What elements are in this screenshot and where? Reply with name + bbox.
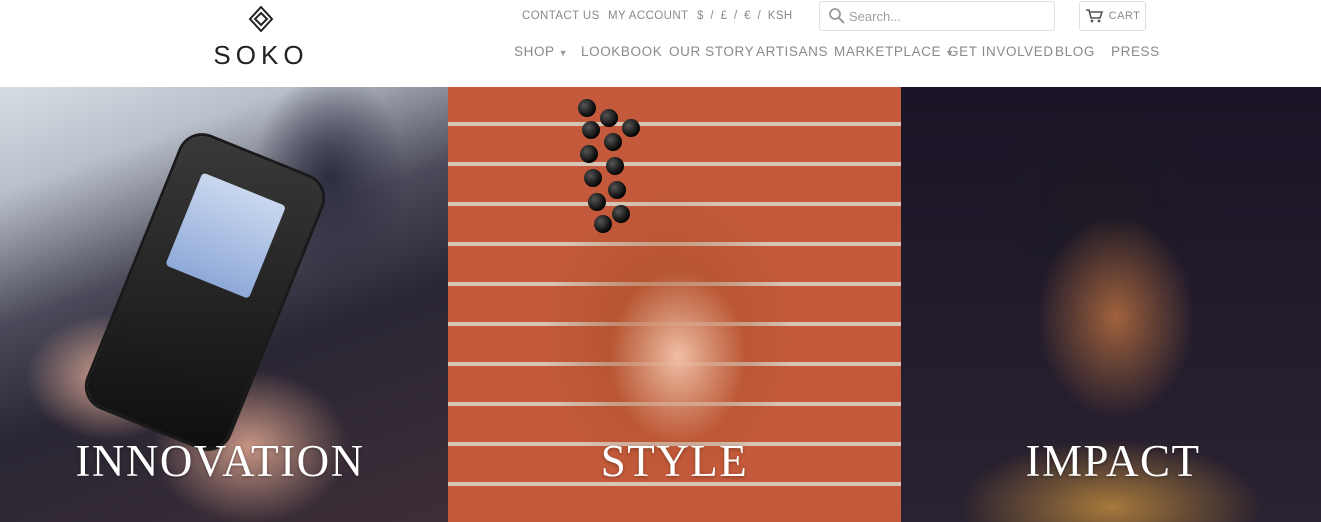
- impact-panel[interactable]: IMPACT: [901, 87, 1321, 522]
- nav-shop[interactable]: SHOP ▼: [514, 44, 568, 59]
- style-panel[interactable]: STYLE: [448, 87, 901, 522]
- bracelet-image: [578, 99, 648, 239]
- panel-label-impact: IMPACT: [1025, 436, 1201, 486]
- innovation-panel[interactable]: INNOVATION: [0, 87, 448, 522]
- diamond-logo-icon: [248, 6, 274, 32]
- nav-artisans[interactable]: ARTISANS: [756, 44, 828, 59]
- search-icon: [829, 8, 845, 24]
- nav-marketplace-label: MARKETPLACE: [834, 44, 942, 59]
- nav-our-story[interactable]: OUR STORY: [669, 44, 754, 59]
- cart-label: CART: [1108, 10, 1141, 22]
- site-header: SOKO CONTACT US MY ACCOUNT $ / £ / € / K…: [0, 0, 1321, 87]
- panel-label-style: STYLE: [600, 436, 749, 486]
- chevron-down-icon: ▼: [558, 48, 569, 58]
- nav-marketplace[interactable]: MARKETPLACE ▼: [834, 44, 955, 59]
- search-box: [819, 1, 1055, 31]
- nav-shop-label: SHOP: [514, 44, 555, 59]
- panel-label-innovation: INNOVATION: [75, 436, 365, 486]
- contact-us-link[interactable]: CONTACT US: [522, 10, 600, 22]
- cart-icon: [1085, 9, 1103, 23]
- phone-image: [81, 129, 329, 455]
- search-input[interactable]: [849, 8, 1049, 24]
- main-nav: SHOP ▼ LOOKBOOK OUR STORY ARTISANS MARKET…: [0, 44, 1321, 60]
- hero-panels: INNOVATION STYLE IMPACT: [0, 87, 1321, 522]
- my-account-link[interactable]: MY ACCOUNT: [608, 10, 688, 22]
- nav-lookbook[interactable]: LOOKBOOK: [581, 44, 662, 59]
- currency-selector[interactable]: $ / £ / € / KSH: [697, 10, 793, 22]
- nav-blog[interactable]: BLOG: [1055, 44, 1095, 59]
- nav-get-involved[interactable]: GET INVOLVED: [948, 44, 1054, 59]
- cart-button[interactable]: CART: [1079, 1, 1146, 31]
- nav-press[interactable]: PRESS: [1111, 44, 1160, 59]
